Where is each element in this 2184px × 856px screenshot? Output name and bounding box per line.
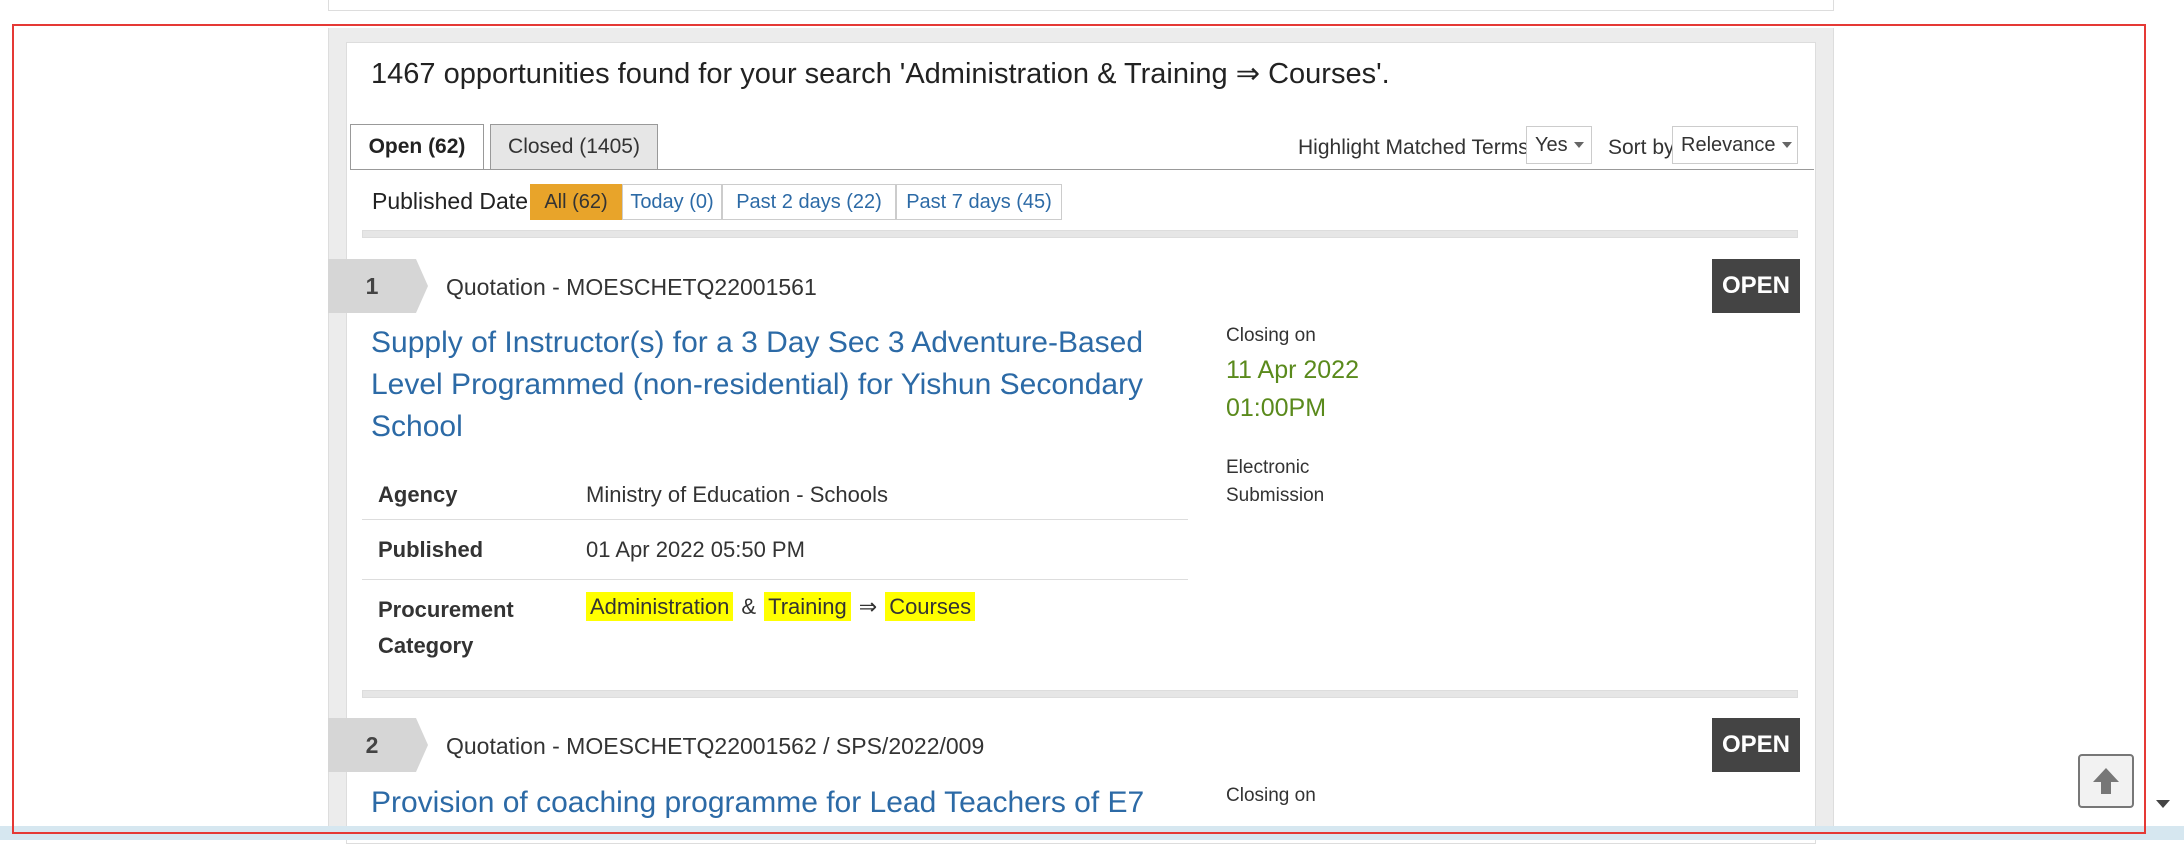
result-title-link[interactable]: Provision of coaching programme for Lead… [371,782,1171,824]
closing-label: Closing on [1226,325,1316,346]
category-label: Procurement Category [378,597,514,658]
sort-by-select[interactable]: Relevance [1672,126,1798,164]
published-value: 01 Apr 2022 05:50 PM [586,536,805,562]
sort-by-value: Relevance [1681,133,1776,156]
result-reference: Quotation - MOESCHETQ22001562 / SPS/2022… [446,733,985,759]
result-details: Agency Ministry of Education - Schools P… [362,470,1188,662]
search-summary: 1467 opportunities found for your search… [371,58,1390,90]
detail-row-agency: Agency Ministry of Education - Schools [362,470,1188,520]
result-number-badge: 1 [328,259,428,313]
highlight-terms-label: Highlight Matched Terms [1298,136,1529,159]
chevron-down-icon [1573,142,1584,148]
category-value: Administration & Training ⇒ Courses [586,592,1188,621]
closing-date: 11 Apr 2022 [1226,356,1359,384]
result-reference: Quotation - MOESCHETQ22001561 [446,274,817,300]
published-filter-today[interactable]: Today (0) [622,184,722,220]
scroll-to-top-button[interactable] [2078,754,2134,808]
chevron-down-icon [1781,142,1792,148]
previous-panel-edge [328,0,1834,11]
detail-row-category: Procurement Category Administration & Trai… [362,580,1188,662]
category-term-highlight: Courses [885,592,976,621]
published-filter-past-7-days[interactable]: Past 7 days (45) [896,184,1062,220]
result-divider [362,690,1798,698]
agency-value: Ministry of Education - Schools [586,481,889,507]
closing-time: 01:00PM [1226,394,1327,422]
category-term-highlight: Training [764,592,851,621]
category-separator: & [741,594,757,619]
published-filter-all[interactable]: All (62) [530,184,622,220]
category-arrow: ⇒ [858,594,878,619]
tab-underline [350,169,1814,170]
tab-open[interactable]: Open (62) [350,124,484,170]
agency-label: Agency [378,481,458,507]
published-label: Published [378,536,484,562]
highlight-terms-value: Yes [1535,133,1568,156]
status-badge: OPEN [1712,259,1800,313]
submission-method: Electronic Submission [1226,457,1325,506]
result-number-badge: 2 [328,718,428,772]
result-divider [362,230,1798,238]
caret-down-icon[interactable] [2156,800,2170,808]
closing-label: Closing on [1226,785,1316,806]
category-term-highlight: Administration [586,592,734,621]
bottom-status-strip [0,826,2184,840]
sort-by-label: Sort by [1608,136,1675,159]
result-title-link[interactable]: Supply of Instructor(s) for a 3 Day Sec … [371,322,1171,448]
highlight-terms-select[interactable]: Yes [1526,126,1592,164]
arrow-up-icon [2093,768,2119,794]
status-badge: OPEN [1712,718,1800,772]
detail-row-published: Published 01 Apr 2022 05:50 PM [362,520,1188,580]
published-date-label: Published Date: [372,188,535,214]
published-filter-past-2-days[interactable]: Past 2 days (22) [722,184,896,220]
tab-closed[interactable]: Closed (1405) [490,124,658,170]
